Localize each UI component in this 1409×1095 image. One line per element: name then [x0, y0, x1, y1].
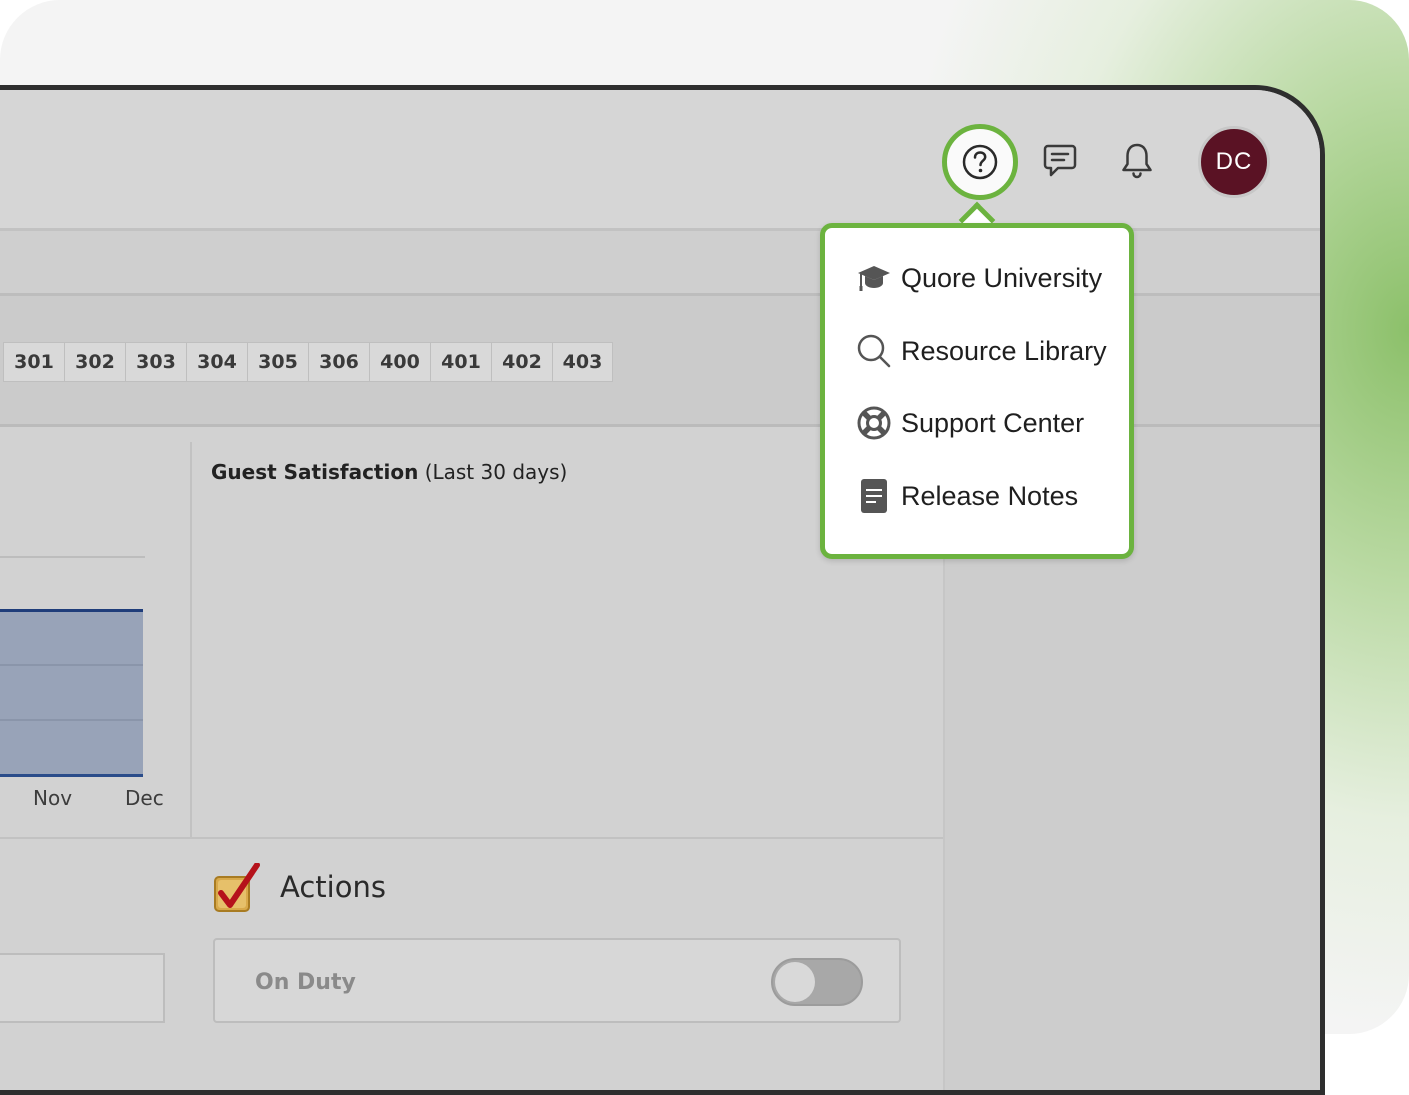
room-tab[interactable]: 302	[64, 342, 125, 382]
menu-item-label: Release Notes	[901, 480, 1079, 511]
guest-satisfaction-heading: Guest Satisfaction (Last 30 days)	[211, 460, 567, 484]
room-tab[interactable]: 400	[369, 342, 430, 382]
guest-satisfaction-title: Guest Satisfaction	[211, 460, 419, 484]
chart-x-label: Nov	[33, 786, 73, 810]
menu-item-label: Resource Library	[901, 335, 1107, 366]
menu-item-support-center[interactable]: Support Center	[855, 403, 1084, 443]
on-duty-toggle[interactable]	[771, 958, 863, 1006]
room-tab[interactable]: 301	[3, 342, 64, 382]
menu-item-quore-university[interactable]: Quore University	[855, 258, 1102, 298]
section-divider	[0, 837, 943, 839]
room-tab[interactable]: 402	[491, 342, 552, 382]
menu-item-release-notes[interactable]: Release Notes	[855, 476, 1078, 516]
menu-item-label: Quore University	[901, 262, 1103, 293]
search-icon	[855, 332, 893, 370]
on-duty-label: On Duty	[255, 970, 356, 995]
help-menu-popover: Quore University Resource Library Suppor…	[820, 223, 1134, 559]
room-tab[interactable]: 403	[552, 342, 613, 382]
menu-item-label: Support Center	[901, 407, 1085, 438]
room-tab-list: 301 302 303 304 305 306 400 401 402 403	[3, 342, 613, 385]
chart-gridline	[0, 719, 143, 721]
toggle-knob	[775, 962, 815, 1002]
checkbox-checked-icon	[213, 862, 261, 913]
lifebuoy-icon	[855, 404, 893, 442]
guest-satisfaction-subtitle: (Last 30 days)	[424, 460, 568, 484]
menu-item-resource-library[interactable]: Resource Library	[855, 331, 1107, 371]
chart-area-fill	[0, 609, 143, 777]
help-button[interactable]	[942, 124, 1018, 200]
room-tab[interactable]: 303	[125, 342, 186, 382]
bell-icon	[1122, 143, 1152, 179]
chart-gridline	[0, 556, 145, 558]
room-tab[interactable]: 401	[430, 342, 491, 382]
left-panel-box	[0, 953, 165, 1023]
chart-gridline	[0, 664, 143, 666]
document-icon	[855, 477, 893, 515]
user-avatar[interactable]: DC	[1198, 126, 1270, 198]
graduation-cap-icon	[855, 259, 893, 297]
chart-x-label: Dec	[125, 786, 164, 810]
on-duty-card: On Duty	[213, 938, 901, 1023]
notifications-button[interactable]	[1115, 138, 1159, 182]
chat-button[interactable]	[1038, 138, 1082, 182]
chat-icon	[1043, 144, 1077, 177]
panel-divider	[190, 442, 192, 837]
room-tab[interactable]: 305	[247, 342, 308, 382]
room-tab[interactable]: 306	[308, 342, 369, 382]
actions-title: Actions	[280, 870, 386, 904]
question-circle-icon	[962, 144, 998, 180]
room-tab[interactable]: 304	[186, 342, 247, 382]
